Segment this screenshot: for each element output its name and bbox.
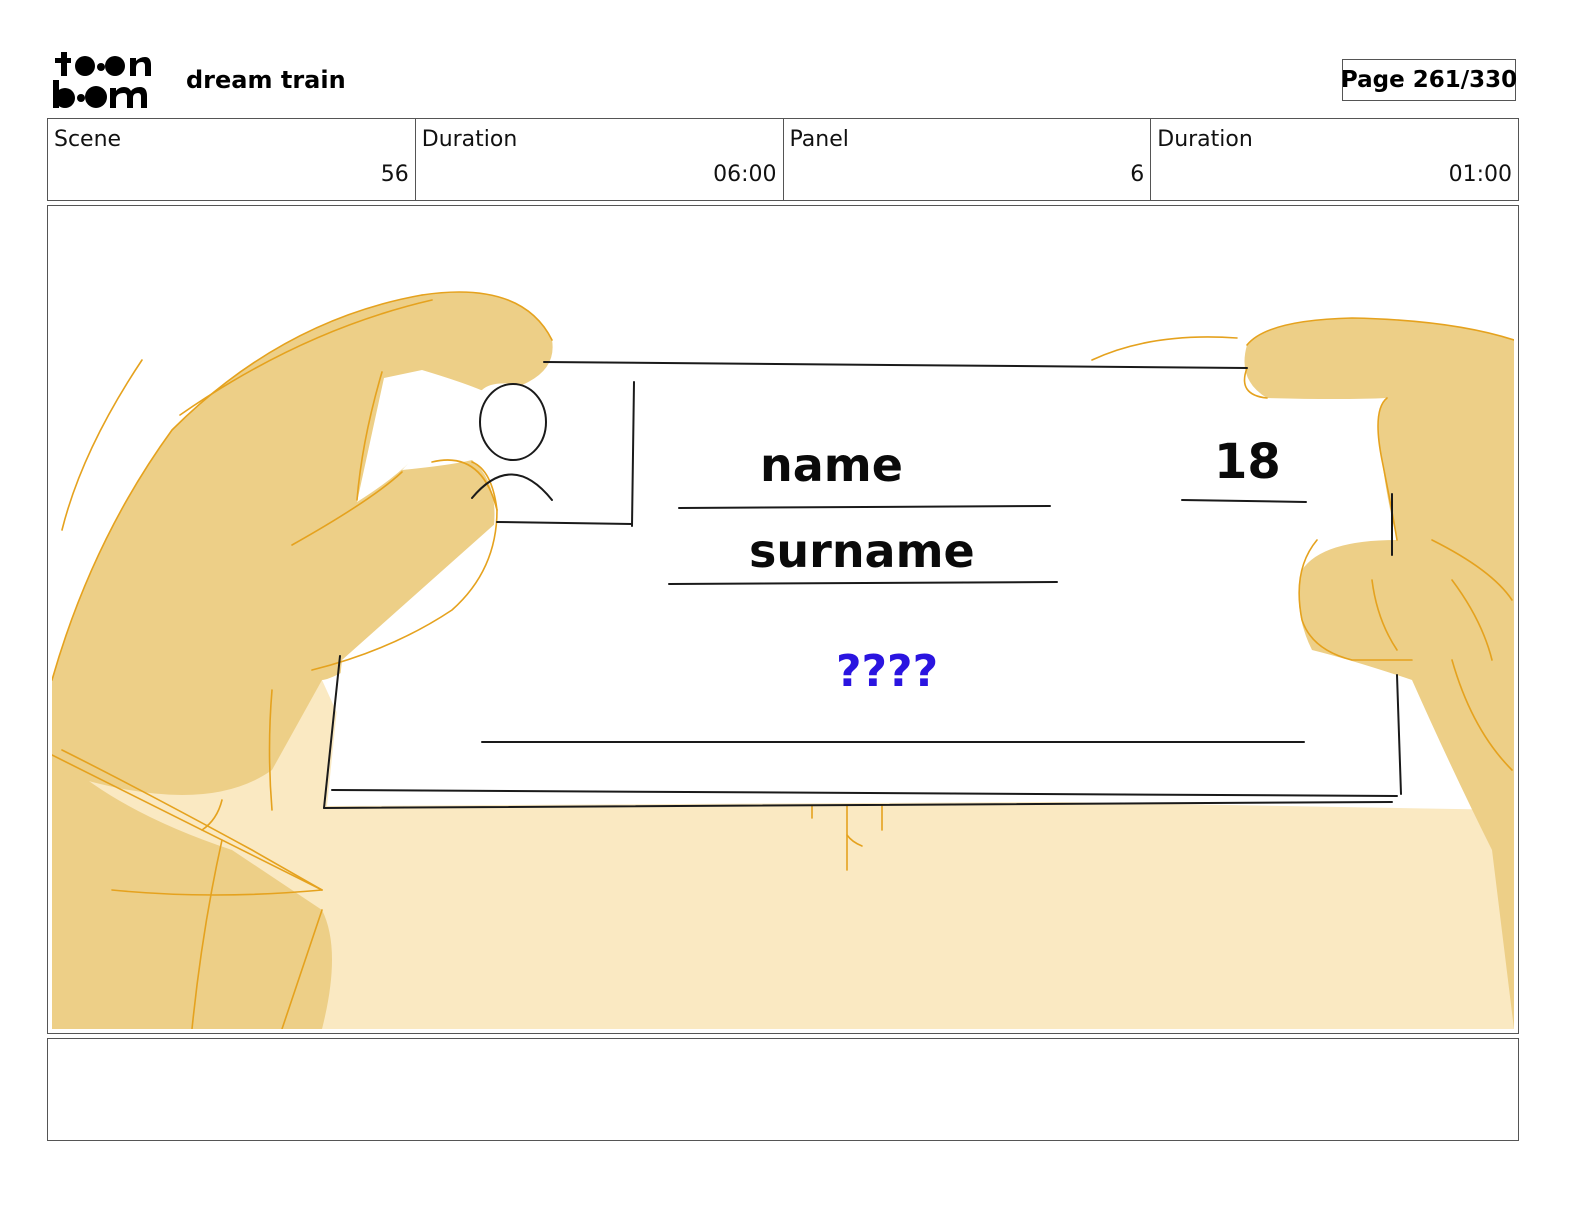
panel-duration-value: 01:00 [1448,162,1512,187]
scene-value: 56 [380,162,409,187]
panel-cell: Panel 6 [784,119,1152,200]
panel-duration-label: Duration [1157,127,1253,152]
storyboard-panel: name surname 18 ???? [47,205,1519,1034]
scene-duration-cell: Duration 06:00 [416,119,784,200]
scene-cell: Scene 56 [48,119,416,200]
card-question-marks: ???? [836,646,939,697]
page-number: Page 261/330 [1341,59,1517,101]
scene-label: Scene [54,127,122,152]
panel-value: 6 [1130,162,1145,187]
card-number: 18 [1214,434,1281,490]
panel-notes-box [47,1038,1519,1141]
card-surname-label: surname [749,524,975,578]
panel-duration-cell: Duration 01:00 [1151,119,1518,200]
panel-label: Panel [789,127,849,152]
panel-info-table: Scene 56 Duration 06:00 Panel 6 Duration… [47,118,1519,201]
scene-duration-value: 06:00 [713,162,777,187]
scene-duration-label: Duration [421,127,518,152]
card-name-label: name [760,438,903,492]
project-title: dream train [186,66,346,94]
panel-drawing: name surname 18 ???? [52,210,1514,1029]
toon-boom-logo [52,50,164,112]
